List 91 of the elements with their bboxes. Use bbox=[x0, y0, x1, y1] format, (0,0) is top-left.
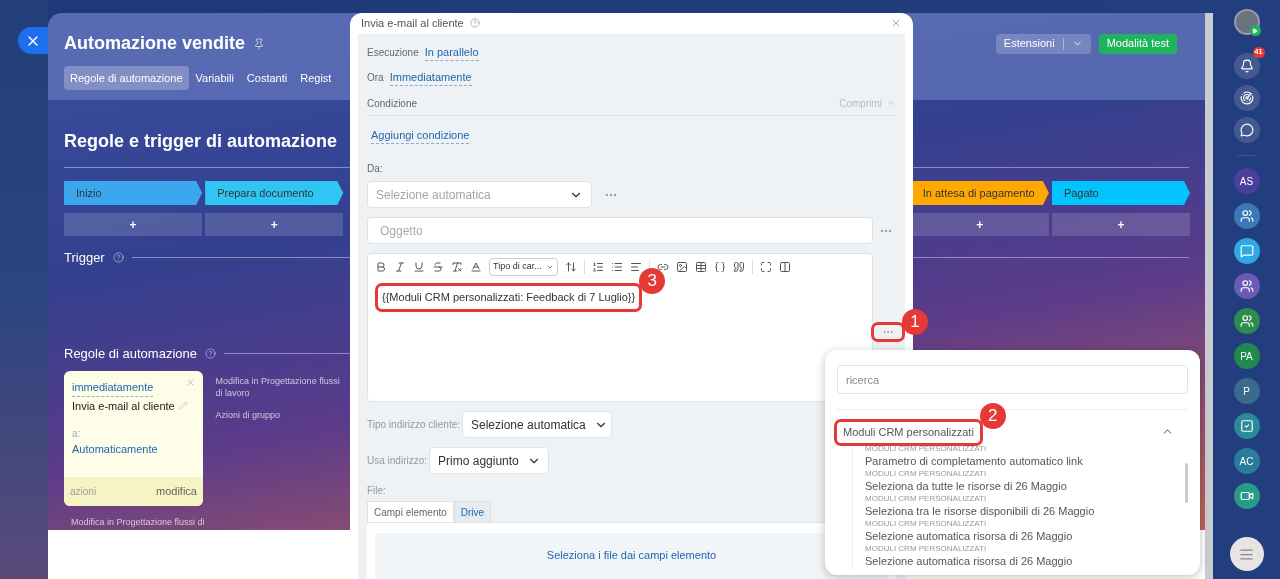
timing-link[interactable]: immediatamente bbox=[72, 379, 154, 397]
add-rule-button[interactable]: + bbox=[910, 213, 1049, 236]
align-left-icon[interactable] bbox=[629, 260, 642, 273]
field-option[interactable]: MODULI CRM PERSONALIZZATI Seleziona tra le risorse disponibili di 26 Maggio bbox=[865, 494, 1185, 519]
recipient-label: a: bbox=[72, 427, 82, 441]
stage-label: In attesa di pagamento bbox=[910, 181, 1049, 205]
user-avatar[interactable] bbox=[1233, 9, 1260, 35]
radar-icon[interactable] bbox=[1233, 85, 1260, 111]
dialog-title: Invia e-mail al cliente bbox=[361, 16, 464, 31]
field-label: File: bbox=[367, 484, 386, 498]
section-heading: Regole di automazione bbox=[64, 344, 197, 363]
stage-label: Pagato bbox=[1051, 181, 1190, 205]
field-label: Esecuzione bbox=[367, 46, 419, 60]
video-icon[interactable] bbox=[1233, 483, 1260, 509]
field-option[interactable]: MODULI CRM PERSONALIZZATI Selezione automatica risorsa di 26 Maggio bbox=[865, 519, 1185, 544]
contact-avatar[interactable]: P bbox=[1233, 378, 1260, 404]
scrollbar bbox=[1185, 463, 1188, 503]
stage-label: Prepara documento bbox=[205, 181, 344, 205]
workflow-link[interactable]: Modifica in Progettazione flussi di bbox=[71, 516, 205, 530]
field-label: Condizione bbox=[367, 96, 418, 111]
tab[interactable]: Costanti bbox=[240, 66, 294, 90]
tab[interactable]: Campi elemento bbox=[367, 501, 454, 522]
subject-field[interactable]: Oggetto bbox=[367, 217, 873, 244]
group-icon[interactable] bbox=[1233, 308, 1260, 334]
tab[interactable]: Regist bbox=[294, 66, 338, 90]
section-title: Regole e trigger di automazione bbox=[64, 130, 338, 153]
field-option[interactable]: MODULI CRM PERSONALIZZATI Parametro di completamento automatico link bbox=[865, 444, 1185, 469]
quote-icon[interactable] bbox=[732, 260, 745, 273]
field-label: Tipo indirizzo cliente: bbox=[367, 418, 460, 432]
table-icon[interactable] bbox=[694, 260, 707, 273]
execution-link[interactable]: In parallelo bbox=[424, 43, 479, 62]
search-field[interactable]: ricerca bbox=[837, 365, 1188, 394]
task-icon[interactable] bbox=[1233, 413, 1260, 439]
add-condition-link[interactable]: Aggiungi condizione bbox=[371, 126, 470, 144]
text-color-icon[interactable] bbox=[470, 260, 482, 273]
close-button[interactable] bbox=[18, 27, 48, 54]
action-link[interactable]: Modifica in Progettazione flussi di lavoro bbox=[215, 375, 346, 399]
group-icon[interactable] bbox=[1233, 203, 1260, 229]
image-icon[interactable] bbox=[675, 260, 688, 273]
field-label: Da: bbox=[367, 162, 383, 176]
underline-icon[interactable] bbox=[413, 260, 425, 273]
group-icon[interactable] bbox=[1233, 273, 1260, 299]
field-label: Usa indirizzo: bbox=[367, 454, 428, 468]
recipient-value: Automaticamente bbox=[72, 442, 159, 457]
group-header[interactable]: Moduli CRM personalizzati bbox=[837, 422, 980, 443]
bold-icon[interactable] bbox=[375, 260, 387, 273]
tab[interactable]: Variabili bbox=[189, 66, 240, 90]
font-select[interactable]: Tipo di car... bbox=[489, 257, 558, 276]
address-type-select[interactable]: Selezione automatica bbox=[462, 411, 612, 438]
pin-icon[interactable] bbox=[253, 37, 266, 50]
bell-glyph-icon bbox=[1239, 59, 1254, 73]
rule-title: Invia e-mail al cliente bbox=[72, 398, 175, 414]
callout-number: 3 bbox=[639, 268, 666, 294]
font-size-icon[interactable] bbox=[564, 260, 577, 273]
contact-avatar[interactable]: AS bbox=[1233, 168, 1260, 194]
tab[interactable]: Drive bbox=[453, 501, 492, 522]
strikethrough-icon[interactable] bbox=[432, 260, 444, 273]
menu-button[interactable] bbox=[1229, 537, 1264, 571]
stage-label: Inizio bbox=[64, 181, 203, 205]
field-label: Ora bbox=[367, 71, 384, 85]
page-title: Automazione vendite bbox=[64, 32, 246, 55]
chevron-up-icon bbox=[886, 98, 896, 108]
numbered-list-icon[interactable] bbox=[591, 260, 604, 273]
section-heading: Trigger bbox=[64, 249, 105, 267]
add-rule-button[interactable]: + bbox=[205, 213, 344, 236]
chat-icon[interactable] bbox=[1233, 238, 1260, 264]
template-variable: {{Moduli CRM personalizzati: Feedback di 7 Luglio}} bbox=[378, 286, 640, 309]
add-rule-button[interactable]: + bbox=[1051, 213, 1190, 236]
address-select[interactable]: Primo aggiunto bbox=[429, 447, 550, 474]
select-files-link[interactable]: Seleziona i file dai campi elemento bbox=[546, 547, 717, 561]
menu-icon bbox=[1239, 546, 1254, 562]
clear-format-icon[interactable] bbox=[451, 260, 463, 273]
time-link[interactable]: Immediatamente bbox=[389, 68, 472, 87]
italic-icon[interactable] bbox=[394, 260, 406, 273]
contact-avatar[interactable]: AC bbox=[1233, 448, 1260, 474]
contact-avatar[interactable]: PA bbox=[1233, 343, 1260, 369]
callout-number: 2 bbox=[979, 403, 1006, 429]
bullet-list-icon[interactable] bbox=[610, 260, 623, 273]
bell-icon[interactable] bbox=[1233, 53, 1260, 79]
insert-field-button[interactable] bbox=[874, 325, 902, 339]
add-rule-button[interactable]: + bbox=[64, 213, 203, 236]
tab[interactable]: Regole di automazione bbox=[64, 66, 189, 90]
action-link[interactable]: Azioni di gruppo bbox=[215, 409, 346, 421]
field-option[interactable]: MODULI CRM PERSONALIZZATI Selezione automatica risorsa di 26 Maggio bbox=[865, 544, 1185, 569]
columns-icon[interactable] bbox=[778, 260, 791, 273]
braces-icon[interactable] bbox=[713, 260, 726, 273]
extensions-button[interactable]: Estensioni bbox=[995, 33, 1091, 54]
fullscreen-icon[interactable] bbox=[759, 260, 772, 273]
field-option[interactable]: MODULI CRM PERSONALIZZATI Seleziona da tutte le risorse di 26 Maggio bbox=[865, 469, 1185, 494]
chat-icon[interactable] bbox=[1233, 117, 1260, 143]
edit-link[interactable]: modifica bbox=[156, 483, 197, 500]
